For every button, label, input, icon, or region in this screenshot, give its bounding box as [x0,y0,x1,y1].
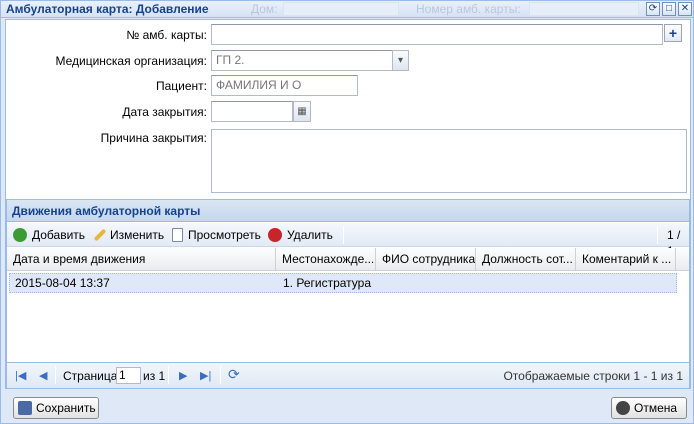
dialog-titlebar[interactable]: Амбулаторная карта: Добавление Дом: Номе… [1,1,693,18]
page-label: Страница [63,369,118,383]
display-info: Отображаемые строки 1 - 1 из 1 [503,369,683,383]
calendar-icon[interactable]: ▦ [293,101,311,122]
close-reason-label: Причина закрытия: [100,131,207,145]
col-employee-name[interactable]: ФИО сотрудника [376,248,476,271]
close-icon[interactable]: ✕ [678,2,692,16]
record-counter: 1 / 1 [667,228,681,258]
background-label-card-no: Номер амб. карты: [416,2,521,16]
close-date-label: Дата закрытия: [122,105,207,119]
cell-datetime: 2015-08-04 13:37 [15,276,110,290]
ambulatory-card-dialog: Амбулаторная карта: Добавление Дом: Номе… [0,0,694,424]
cancel-button-label: Отмена [634,401,678,415]
page-of-label: из 1 [143,369,166,383]
view-movement-button[interactable]: Просмотреть [172,227,261,243]
col-datetime[interactable]: Дата и время движения [7,248,276,271]
pager-separator [220,366,221,384]
background-label-house: Дом: [251,2,278,16]
prev-page-icon[interactable]: ◀ [39,369,47,382]
delete-icon [268,228,282,242]
refresh-icon[interactable]: ⟳ [228,366,240,383]
pager-separator [168,366,169,384]
document-icon [172,228,183,242]
card-no-label: № амб. карты: [126,28,207,42]
last-page-icon[interactable]: ▶| [200,369,211,382]
add-movement-button[interactable]: Добавить [13,227,85,243]
table-row[interactable]: 2015-08-04 13:37 1. Регистратура [9,273,677,293]
toolbar-separator [343,226,344,244]
movements-grid-panel: Движения амбулаторной карты Добавить Изм… [6,199,690,389]
movements-toolbar: Добавить Изменить Просмотреть Удалить 1 … [7,223,689,258]
add-icon [13,228,27,242]
cancel-button[interactable]: Отмена [611,397,687,419]
floppy-disk-icon [18,401,32,415]
background-field-card-no [529,2,639,16]
col-location[interactable]: Местонахожде... [276,248,376,271]
edit-movement-button[interactable]: Изменить [93,227,164,243]
toolbar-separator [657,226,658,244]
pencil-icon [93,228,107,242]
cell-location: 1. Регистратура [283,276,371,290]
close-date-input[interactable] [211,101,293,122]
next-page-icon[interactable]: ▶ [179,369,187,382]
edit-movement-label: Изменить [110,228,165,242]
pager-separator [55,366,56,384]
delete-movement-button[interactable]: Удалить [268,227,333,243]
grid-column-headers: Дата и время движения Местонахожде... ФИ… [7,248,689,271]
col-employee-position[interactable]: Должность сот... [476,248,576,271]
plus-icon: + [668,25,678,41]
col-comment[interactable]: Коментарий к ... [576,248,676,271]
first-page-icon[interactable]: |◀ [15,369,26,382]
movements-title: Движения амбулаторной карты [12,204,201,218]
card-no-input[interactable] [211,24,663,45]
save-button[interactable]: Сохранить [13,397,99,419]
org-select[interactable]: ГП 2. [211,50,393,71]
grid-pager: |◀ ◀ Страница 1 из 1 ▶ ▶| ⟳ Отображаемые… [7,362,689,388]
add-movement-label: Добавить [32,228,86,242]
patient-field[interactable]: ФАМИЛИЯ И О [211,75,358,96]
maximize-icon[interactable]: □ [662,2,676,16]
background-field-house [283,2,399,16]
close-reason-textarea[interactable] [211,129,687,193]
chevron-down-icon[interactable]: ▾ [392,50,409,71]
page-number-input[interactable]: 1 [116,367,141,384]
refresh-icon[interactable]: ⟳ [646,2,660,16]
movements-header: Движения амбулаторной карты [7,200,689,222]
org-label: Медицинская организация: [55,54,207,68]
view-movement-label: Просмотреть [188,228,261,242]
patient-label: Пациент: [155,79,207,93]
dialog-title: Амбулаторная карта: Добавление [6,2,209,16]
cancel-icon [616,401,630,415]
save-button-label: Сохранить [36,401,96,415]
add-card-no-button[interactable]: + [664,24,682,42]
delete-movement-label: Удалить [287,228,333,242]
